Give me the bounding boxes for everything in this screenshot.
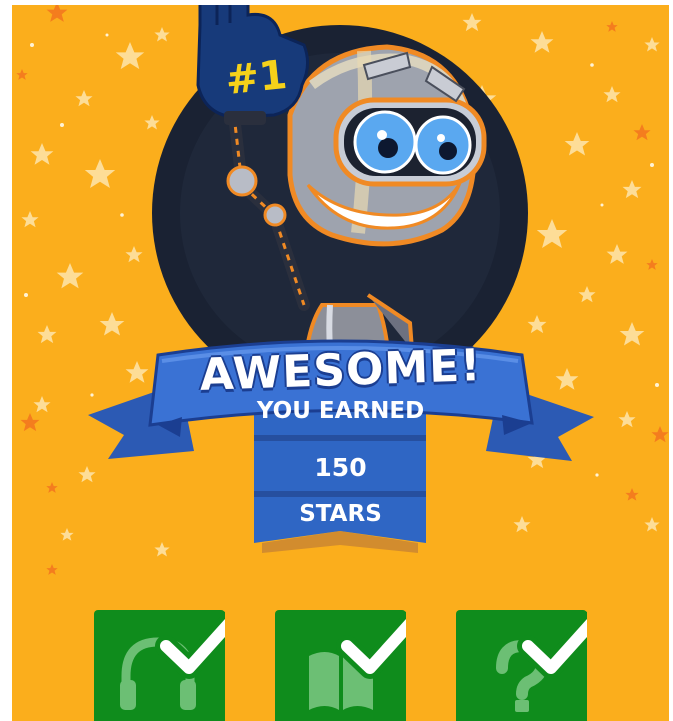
foam-finger: #1 bbox=[196, 5, 309, 125]
reward-screen: #1 AWESOME! YOU EARNED 150 STARS bbox=[12, 5, 669, 721]
earned-label: YOU EARNED bbox=[256, 398, 425, 424]
foam-finger-label: #1 bbox=[223, 52, 289, 104]
reading-activity-badge[interactable] bbox=[275, 606, 406, 721]
checkmark-icon bbox=[336, 611, 406, 679]
checkmark-icon bbox=[517, 611, 587, 679]
quiz-activity-badge[interactable] bbox=[456, 606, 587, 721]
stars-label: STARS bbox=[299, 501, 382, 527]
star-count: 150 bbox=[314, 453, 367, 482]
checkmark-icon bbox=[155, 611, 225, 679]
listening-activity-badge[interactable] bbox=[94, 606, 225, 721]
